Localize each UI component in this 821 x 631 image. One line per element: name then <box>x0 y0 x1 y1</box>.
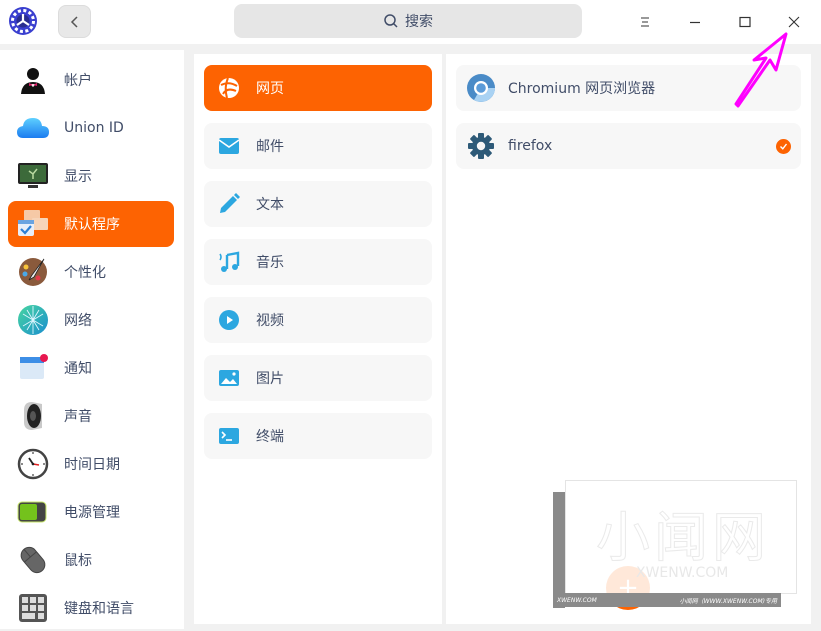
terminal-icon <box>218 425 240 447</box>
titlebar: 搜索 <box>0 0 821 44</box>
maximize-button[interactable] <box>731 8 759 36</box>
sidebar-item-display[interactable]: 显示 <box>8 153 174 199</box>
back-button[interactable] <box>58 5 91 38</box>
category-panel: 网页 邮件 文本 音乐 视频 图片 终端 <box>194 54 442 624</box>
account-icon <box>16 63 50 97</box>
category-label: 终端 <box>256 429 284 445</box>
category-mail[interactable]: 邮件 <box>204 123 432 169</box>
sidebar-item-label: 网络 <box>64 313 92 329</box>
cloud-icon <box>16 111 50 145</box>
sidebar-item-mouse[interactable]: 鼠标 <box>8 537 174 583</box>
category-label: 视频 <box>256 313 284 329</box>
sidebar-item-label: 帐户 <box>64 73 92 89</box>
gear-icon <box>466 131 496 161</box>
sidebar-item-union-id[interactable]: Union ID <box>8 105 174 151</box>
battery-icon <box>16 495 50 529</box>
sidebar-item-label: 鼠标 <box>64 553 92 569</box>
sidebar-item-label: 个性化 <box>64 265 106 281</box>
sidebar-item-account[interactable]: 帐户 <box>8 57 174 103</box>
category-label: 文本 <box>256 197 284 213</box>
sidebar-item-label: 键盘和语言 <box>64 601 134 617</box>
sidebar: 帐户 Union ID 显示 默认程序 个性化 网络 通知 声音 时间日期 电源… <box>0 50 184 629</box>
category-music[interactable]: 音乐 <box>204 239 432 285</box>
category-label: 图片 <box>256 371 284 387</box>
clock-icon <box>16 447 50 481</box>
category-label: 网页 <box>256 81 284 97</box>
sound-icon <box>16 399 50 433</box>
category-label: 邮件 <box>256 139 284 155</box>
image-icon <box>218 367 240 389</box>
category-image[interactable]: 图片 <box>204 355 432 401</box>
back-icon <box>70 15 78 28</box>
plus-icon: + <box>617 573 639 603</box>
sidebar-item-label: Union ID <box>64 120 124 136</box>
chromium-icon <box>466 73 496 103</box>
category-terminal[interactable]: 终端 <box>204 413 432 459</box>
sidebar-item-sound[interactable]: 声音 <box>8 393 174 439</box>
sidebar-item-label: 默认程序 <box>64 217 120 233</box>
mouse-icon <box>16 543 50 577</box>
minimize-icon <box>690 21 700 24</box>
search-icon <box>384 14 398 28</box>
sidebar-item-network[interactable]: 网络 <box>8 297 174 343</box>
search-input[interactable]: 搜索 <box>234 4 582 38</box>
web-icon <box>218 77 240 99</box>
sidebar-item-notification[interactable]: 通知 <box>8 345 174 391</box>
app-label: Chromium 网页浏览器 <box>508 81 656 97</box>
app-logo-icon <box>8 6 38 36</box>
category-video[interactable]: 视频 <box>204 297 432 343</box>
pencil-icon <box>218 193 240 215</box>
sidebar-item-power[interactable]: 电源管理 <box>8 489 174 535</box>
mail-icon <box>218 135 240 157</box>
app-item-firefox[interactable]: firefox <box>456 123 801 169</box>
selected-check-icon <box>776 138 791 154</box>
add-app-button[interactable]: + <box>606 566 650 610</box>
keyboard-icon <box>16 591 50 625</box>
search-placeholder: 搜索 <box>405 14 433 30</box>
app-list-panel: Chromium 网页浏览器 firefox <box>446 54 811 624</box>
minimize-button[interactable] <box>681 8 709 36</box>
display-icon <box>16 159 50 193</box>
network-icon <box>16 303 50 337</box>
sidebar-item-datetime[interactable]: 时间日期 <box>8 441 174 487</box>
sidebar-item-label: 显示 <box>64 169 92 185</box>
menu-icon <box>641 17 649 27</box>
menu-button[interactable] <box>631 8 659 36</box>
category-label: 音乐 <box>256 255 284 271</box>
sidebar-item-keyboard[interactable]: 键盘和语言 <box>8 585 174 631</box>
music-icon <box>218 251 240 273</box>
sidebar-item-default-apps[interactable]: 默认程序 <box>8 201 174 247</box>
sidebar-item-label: 电源管理 <box>64 505 120 521</box>
personalization-icon <box>16 255 50 289</box>
sidebar-item-label: 时间日期 <box>64 457 120 473</box>
category-web[interactable]: 网页 <box>204 65 432 111</box>
close-button[interactable] <box>780 8 808 36</box>
maximize-icon <box>739 16 751 28</box>
app-item-chromium[interactable]: Chromium 网页浏览器 <box>456 65 801 111</box>
app-label: firefox <box>508 138 553 154</box>
sidebar-item-label: 通知 <box>64 361 92 377</box>
sidebar-item-personalization[interactable]: 个性化 <box>8 249 174 295</box>
category-text[interactable]: 文本 <box>204 181 432 227</box>
sidebar-item-label: 声音 <box>64 409 92 425</box>
default-apps-icon <box>16 207 50 241</box>
play-icon <box>218 309 240 331</box>
close-icon <box>788 16 800 28</box>
notification-icon <box>16 351 50 385</box>
